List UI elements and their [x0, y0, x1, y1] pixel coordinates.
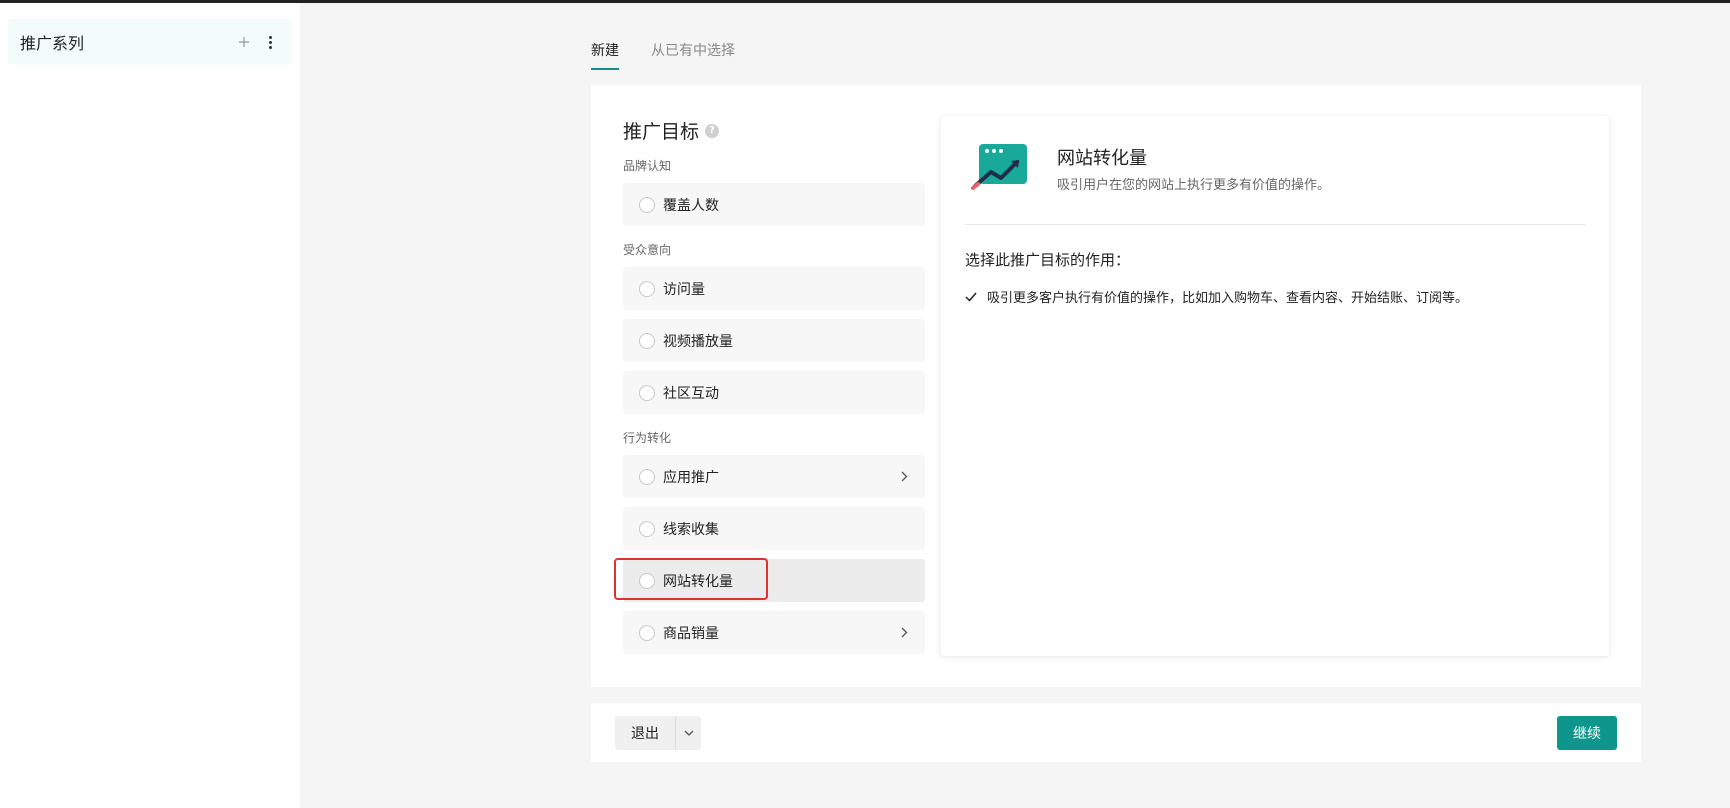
option-lead-generation[interactable]: 线索收集 — [623, 507, 925, 550]
option-label: 视频播放量 — [663, 333, 733, 350]
group-label-brand: 品牌认知 — [623, 159, 672, 173]
exit-button[interactable]: 退出 — [615, 716, 675, 750]
group-label-consideration: 受众意向 — [623, 243, 672, 257]
option-community-interaction[interactable]: 社区互动 — [623, 371, 925, 414]
detail-point: 吸引更多客户执行有价值的操作，比如加入购物车、查看内容、开始结账、订阅等。 — [965, 287, 1468, 306]
tab-choose-existing[interactable]: 从已有中选择 — [651, 40, 735, 70]
plus-icon[interactable] — [234, 32, 254, 52]
option-website-conversions[interactable]: 网站转化量 — [623, 559, 925, 602]
option-product-sales[interactable]: 商品销量 — [623, 611, 925, 654]
sidebar-title: 推广系列 — [20, 34, 85, 53]
option-label: 访问量 — [663, 281, 705, 298]
radio-icon[interactable] — [639, 384, 655, 401]
detail-point-text: 吸引更多客户执行有价值的操作，比如加入购物车、查看内容、开始结账、订阅等。 — [987, 291, 1469, 306]
option-label: 网站转化量 — [663, 573, 733, 590]
exit-button-group: 退出 — [615, 716, 701, 750]
option-video-views[interactable]: 视频播放量 — [623, 319, 925, 362]
radio-icon[interactable] — [639, 520, 655, 537]
option-label: 线索收集 — [663, 521, 719, 538]
objective-detail-panel: 网站转化量 吸引用户在您的网站上执行更多有价值的操作。 选择此推广目标的作用： … — [941, 116, 1609, 656]
continue-button[interactable]: 继续 — [1557, 716, 1617, 750]
radio-icon[interactable] — [639, 624, 655, 641]
footer-bar: 退出 继续 — [591, 703, 1641, 762]
divider — [965, 224, 1585, 225]
chevron-down-icon[interactable] — [675, 716, 701, 750]
tabs: 新建 从已有中选择 — [591, 40, 735, 70]
radio-icon[interactable] — [639, 332, 655, 349]
radio-icon[interactable] — [639, 468, 655, 485]
option-reach[interactable]: 覆盖人数 — [623, 183, 925, 226]
chevron-right-icon — [899, 470, 909, 484]
website-conversion-icon — [971, 142, 1031, 192]
option-traffic[interactable]: 访问量 — [623, 267, 925, 310]
sidebar: 推广系列 — [0, 3, 300, 808]
group-label-conversion: 行为转化 — [623, 431, 672, 445]
sidebar-campaign-series[interactable]: 推广系列 — [8, 19, 292, 65]
option-label: 商品销量 — [663, 625, 719, 642]
objective-title-text: 推广目标 — [623, 121, 700, 143]
option-label: 社区互动 — [663, 385, 719, 402]
detail-title: 网站转化量 — [1057, 148, 1147, 169]
objective-title: 推广目标 ? — [623, 117, 720, 144]
detail-subtitle: 选择此推广目标的作用： — [965, 251, 1131, 269]
chevron-right-icon — [899, 626, 909, 640]
radio-icon[interactable] — [639, 196, 655, 213]
radio-icon[interactable] — [639, 280, 655, 297]
option-app-promotion[interactable]: 应用推广 — [623, 455, 925, 498]
detail-description: 吸引用户在您的网站上执行更多有价值的操作。 — [1057, 178, 1331, 193]
tab-new[interactable]: 新建 — [591, 40, 619, 70]
objective-card: 推广目标 ? 品牌认知 覆盖人数 受众意向 访问量 视频播放量 社区互动 行为转… — [591, 85, 1641, 687]
help-icon[interactable]: ? — [705, 123, 720, 138]
option-label: 应用推广 — [663, 469, 719, 486]
option-label: 覆盖人数 — [663, 197, 719, 214]
radio-icon[interactable] — [639, 572, 655, 589]
more-vertical-icon[interactable] — [260, 32, 280, 52]
check-icon — [965, 292, 977, 302]
